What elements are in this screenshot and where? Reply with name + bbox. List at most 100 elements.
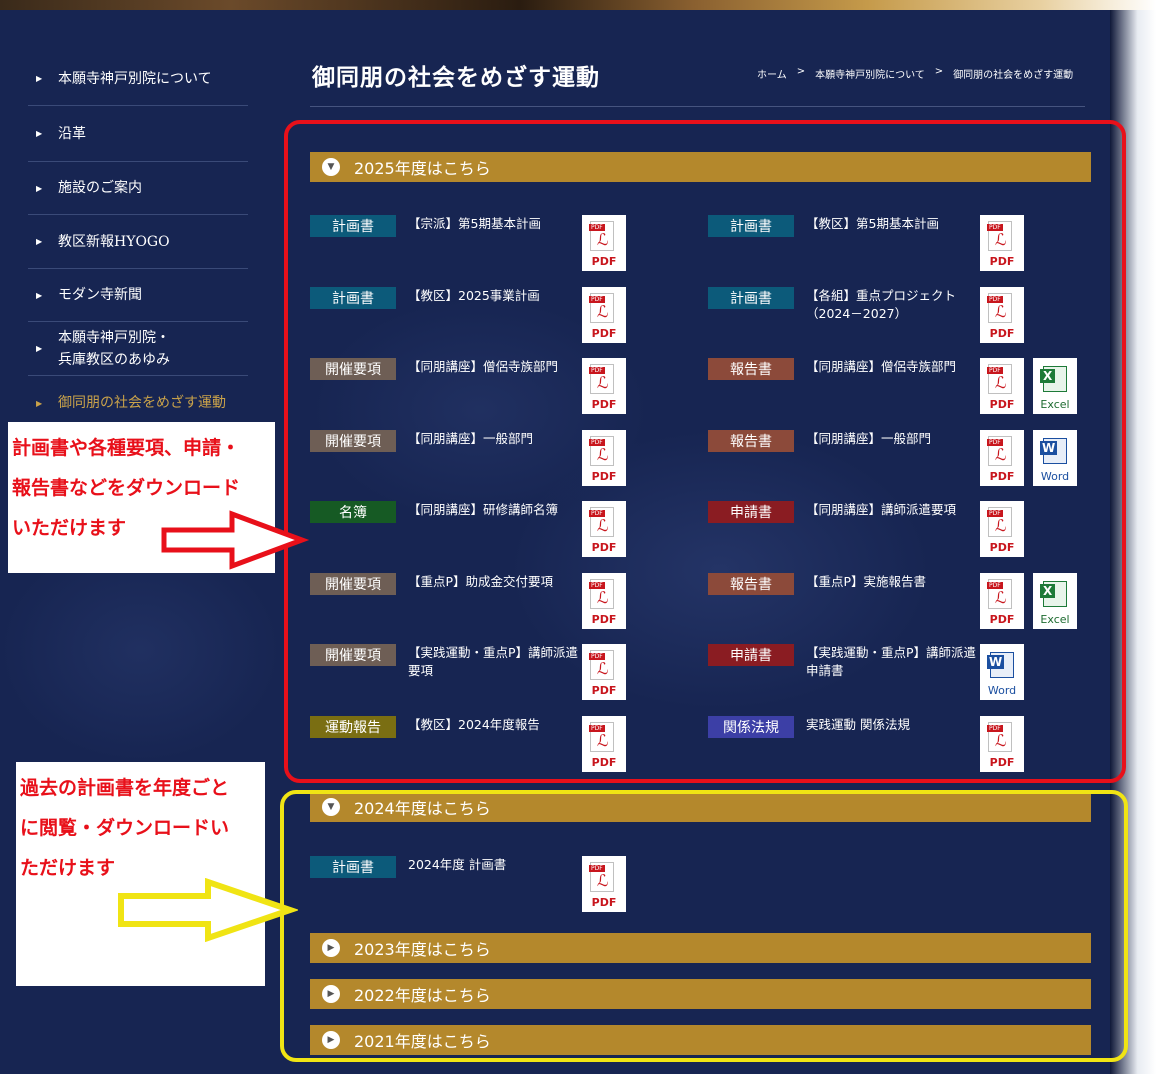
year-label: 2024年度はこちら <box>354 799 491 818</box>
year-toggle-2023[interactable]: ▶ 2023年度はこちら <box>310 933 1091 963</box>
caret-right-icon: ▶ <box>36 398 43 408</box>
doc-title: 【同朋講座】研修講師名簿 <box>408 502 559 517</box>
doc-category-badge: 開催要項 <box>310 430 396 452</box>
sidebar-item-news-hyogo[interactable]: ▶ 教区新報HYOGO <box>28 215 248 269</box>
doc-category-badge: 開催要項 <box>310 644 396 666</box>
sidebar-nav: ▶ 本願寺神戸別院について ▶ 沿革 ▶ 施設のご案内 ▶ 教区新報HYOGO … <box>28 52 248 430</box>
pdf-download-icon[interactable]: PDF <box>980 287 1024 343</box>
word-download-icon[interactable]: Word <box>980 644 1024 700</box>
sidebar-item-about[interactable]: ▶ 本願寺神戸別院について <box>28 52 248 106</box>
file-type-label: PDF <box>591 470 617 483</box>
doc-category-badge: 計画書 <box>310 215 396 237</box>
chevron-down-icon: ▼ <box>322 158 340 176</box>
doc-row: 開催要項 【同朋講座】一般部門 PDF <box>310 430 626 486</box>
caret-right-icon: ▶ <box>36 183 43 193</box>
doc-title: 【同朋講座】一般部門 <box>408 431 534 446</box>
annotation-line: 計画書や各種要項、申請・ <box>12 437 241 459</box>
pdf-download-icon[interactable]: PDF <box>980 430 1024 486</box>
file-type-label: PDF <box>591 896 617 909</box>
sidebar-item-label: 沿革 <box>58 125 86 142</box>
pdf-download-icon[interactable]: PDF <box>980 215 1024 271</box>
sidebar-item-label-line1: 本願寺神戸別院・ <box>58 329 170 346</box>
breadcrumb-about[interactable]: 本願寺神戸別院について <box>815 66 925 81</box>
sidebar-item-modern-tera[interactable]: ▶ モダン寺新聞 <box>28 269 248 322</box>
doc-category-badge: 計画書 <box>310 856 396 878</box>
doc-row: 報告書 【同朋講座】一般部門 PDF Word <box>708 430 1077 486</box>
file-type-label: PDF <box>989 756 1015 769</box>
file-type-label: PDF <box>989 255 1015 268</box>
doc-title: 【教区】第5期基本計画 <box>806 216 939 231</box>
sidebar-item-facilities[interactable]: ▶ 施設のご案内 <box>28 162 248 215</box>
pdf-download-icon[interactable]: PDF <box>582 856 626 912</box>
pdf-download-icon[interactable]: PDF <box>582 430 626 486</box>
pdf-download-icon[interactable]: PDF <box>980 573 1024 629</box>
caret-right-icon: ▶ <box>36 237 43 246</box>
doc-title: 【同朋講座】僧侶寺族部門 <box>806 359 957 374</box>
word-download-icon[interactable]: Word <box>1033 430 1077 486</box>
doc-row: 申請書 【実践運動・重点P】講師派遣申請書 Word <box>708 644 1024 700</box>
sidebar-item-label: 御同朋の社会をめざす運動 <box>58 395 226 411</box>
title-divider <box>310 106 1085 107</box>
file-type-label: PDF <box>591 684 617 697</box>
doc-title: 【実践運動・重点P】講師派遣申請書 <box>806 645 977 678</box>
doc-category-badge: 計画書 <box>708 215 794 237</box>
doc-row: 開催要項 【同朋講座】僧侶寺族部門 PDF <box>310 358 626 414</box>
file-type-label: Word <box>987 684 1017 697</box>
doc-row: 開催要項 【実践運動・重点P】講師派遣要項 PDF <box>310 644 626 700</box>
doc-category-badge: 報告書 <box>708 430 794 452</box>
pdf-download-icon[interactable]: PDF <box>980 716 1024 772</box>
year-toggle-2025[interactable]: ▼ 2025年度はこちら <box>310 152 1091 182</box>
pdf-download-icon[interactable]: PDF <box>582 501 626 557</box>
pdf-download-icon[interactable]: PDF <box>582 644 626 700</box>
breadcrumb-home[interactable]: ホーム <box>757 66 787 81</box>
right-edge <box>1110 10 1156 1074</box>
doc-category-badge: 名簿 <box>310 501 396 523</box>
doc-row: 申請書 【同朋講座】講師派遣要項 PDF <box>708 501 1024 557</box>
pdf-download-icon[interactable]: PDF <box>582 287 626 343</box>
year-toggle-2021[interactable]: ▶ 2021年度はこちら <box>310 1025 1091 1055</box>
file-type-label: PDF <box>989 327 1015 340</box>
doc-category-badge: 開催要項 <box>310 573 396 595</box>
doc-row: 運動報告 【教区】2024年度報告 PDF <box>310 716 626 772</box>
pdf-download-icon[interactable]: PDF <box>582 358 626 414</box>
doc-title: 【重点P】実施報告書 <box>806 574 927 589</box>
excel-download-icon[interactable]: Excel <box>1033 358 1077 414</box>
doc-title: 【教区】2025事業計画 <box>408 288 540 303</box>
year-toggle-2022[interactable]: ▶ 2022年度はこちら <box>310 979 1091 1009</box>
breadcrumb-separator: > <box>796 66 806 77</box>
doc-title: 【宗派】第5期基本計画 <box>408 216 541 231</box>
sidebar-item-label: 本願寺神戸別院について <box>58 70 212 87</box>
annotation-line: 報告書などをダウンロード <box>12 477 241 499</box>
file-type-label: PDF <box>591 398 617 411</box>
sidebar-item-label: 教区新報HYOGO <box>58 233 170 250</box>
doc-category-badge: 開催要項 <box>310 358 396 380</box>
doc-row: 報告書 【同朋講座】僧侶寺族部門 PDF Excel <box>708 358 1077 414</box>
doc-category-badge: 計画書 <box>310 287 396 309</box>
file-type-label: PDF <box>989 398 1015 411</box>
sidebar-item-label: 本願寺神戸別院・ 兵庫教区のあゆみ <box>58 327 170 371</box>
year-toggle-2024[interactable]: ▼ 2024年度はこちら <box>310 792 1091 822</box>
doc-category-badge: 関係法規 <box>708 716 794 738</box>
excel-download-icon[interactable]: Excel <box>1033 573 1077 629</box>
doc-row: 計画書 【宗派】第5期基本計画 PDF <box>310 215 626 271</box>
doc-title: 実践運動 関係法規 <box>806 717 910 732</box>
sidebar-item-ayumi[interactable]: ▶ 本願寺神戸別院・ 兵庫教区のあゆみ <box>28 322 248 376</box>
doc-category-badge: 申請書 <box>708 501 794 523</box>
pdf-download-icon[interactable]: PDF <box>582 573 626 629</box>
breadcrumb-current: 御同朋の社会をめざす運動 <box>953 70 1074 81</box>
pdf-download-icon[interactable]: PDF <box>980 358 1024 414</box>
doc-title: 【重点P】助成金交付要項 <box>408 574 554 589</box>
caret-right-icon: ▶ <box>36 290 43 300</box>
sidebar-item-history[interactable]: ▶ 沿革 <box>28 106 248 162</box>
pdf-download-icon[interactable]: PDF <box>980 501 1024 557</box>
doc-title: 【教区】2024年度報告 <box>408 717 540 732</box>
pdf-download-icon[interactable]: PDF <box>582 716 626 772</box>
play-right-icon: ▶ <box>322 939 340 957</box>
doc-title: 2024年度 計画書 <box>408 857 507 872</box>
doc-title: 【同朋講座】一般部門 <box>806 431 932 446</box>
doc-row: 名簿 【同朋講座】研修講師名簿 PDF <box>310 501 626 557</box>
doc-category-badge: 報告書 <box>708 358 794 380</box>
year-label: 2022年度はこちら <box>354 986 491 1005</box>
page-title: 御同朋の社会をめざす運動 <box>312 64 600 91</box>
pdf-download-icon[interactable]: PDF <box>582 215 626 271</box>
